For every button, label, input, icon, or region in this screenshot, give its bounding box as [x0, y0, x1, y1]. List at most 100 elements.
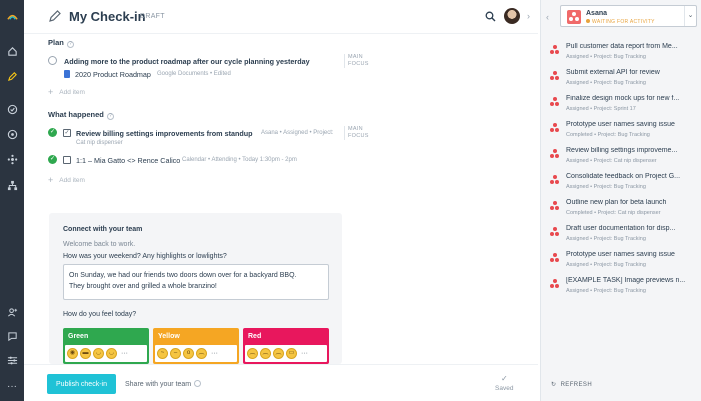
happened-item-text[interactable]: 1:1 – Mia Gatto <> Rence Calico — [76, 156, 180, 165]
asana-task-icon — [550, 253, 559, 262]
task-meta: Assigned • Project: Sprint 17 — [566, 106, 636, 112]
plus-icon: + — [48, 87, 54, 97]
task-name: Prototype user names saving issue — [566, 121, 675, 128]
tag-line-2: FOCUS — [348, 133, 369, 139]
task-name: Submit external API for review — [566, 69, 660, 76]
refresh-icon: ↻ — [551, 382, 557, 388]
mood-green[interactable]: Green ◉ ▬ ◡ ◡ ··· — [63, 328, 149, 364]
happened-add-item[interactable]: + Add item — [48, 175, 85, 185]
chevron-right-icon[interactable]: › — [527, 11, 535, 21]
plan-item-text[interactable]: Adding more to the product roadmap after… — [64, 57, 310, 66]
help-icon[interactable]: ? — [106, 113, 114, 120]
grin-face-icon[interactable]: ◡ — [93, 348, 104, 359]
sad-face-icon[interactable]: ︵ — [247, 348, 258, 359]
pencil-icon[interactable] — [6, 70, 18, 82]
plan-item-checkbox[interactable] — [48, 56, 57, 65]
happened-item-meta: Asana • Assigned • Project: — [261, 130, 334, 136]
settings-sliders-icon[interactable] — [6, 354, 18, 366]
connect-card: Connect with your team Welcome back to w… — [49, 213, 342, 364]
check-circle-icon[interactable] — [6, 103, 18, 115]
list-item[interactable]: Pull customer data report from Me... Ass… — [550, 43, 700, 69]
feeling-question: How do you feel today? — [63, 311, 137, 318]
asana-logo-icon — [567, 10, 581, 24]
list-item[interactable]: [EXAMPLE TASK] Image previews n... Assig… — [550, 277, 700, 303]
refresh-label: REFRESH — [560, 382, 593, 388]
mood-red[interactable]: Red ︵ ︵ ︵ ▭ ··· — [243, 328, 329, 364]
completed-check-icon[interactable]: ✓ — [48, 155, 57, 164]
list-item[interactable]: Prototype user names saving issue Assign… — [550, 251, 700, 277]
list-item[interactable]: Finalize design mock ups for new f... As… — [550, 95, 700, 121]
chevron-down-icon[interactable]: ⌄ — [684, 6, 696, 26]
publish-checkin-button[interactable]: Publish check-in — [47, 374, 116, 394]
task-meta: Assigned • Project: Bug Tracking — [566, 184, 646, 190]
plan-add-item[interactable]: + Add item — [48, 87, 85, 97]
happened-item-text[interactable]: Review billing settings improvements fro… — [76, 129, 253, 138]
tag-line-2: FOCUS — [348, 61, 369, 67]
hug-face-icon[interactable]: ◡ — [106, 348, 117, 359]
share-with-team[interactable]: Share with your team — [125, 380, 202, 388]
share-label: Share with your team — [125, 381, 192, 388]
logo-icon[interactable] — [6, 10, 18, 22]
help-icon[interactable] — [194, 380, 202, 387]
saved-check-icon: ✓ — [501, 374, 508, 383]
network-icon[interactable] — [6, 153, 18, 165]
task-meta: Completed • Project: Bug Tracking — [566, 132, 650, 138]
list-item[interactable]: Review billing settings improveme... Ass… — [550, 147, 700, 173]
unamused-face-icon[interactable]: ︵ — [196, 348, 207, 359]
more-icon[interactable]: ··· — [301, 350, 308, 357]
completed-check-icon[interactable]: ✓ — [48, 128, 57, 137]
thinking-face-icon[interactable]: ~ — [157, 348, 168, 359]
list-item[interactable]: Outline new plan for beta launch Complet… — [550, 199, 700, 225]
avatar[interactable] — [504, 8, 520, 24]
more-icon[interactable]: ··· — [6, 380, 18, 392]
plan-add-label: Add item — [59, 89, 85, 96]
more-icon[interactable]: ··· — [121, 350, 128, 357]
cold-sweat-face-icon[interactable]: ︵ — [260, 348, 271, 359]
header: My Check-in DRAFT › — [24, 0, 538, 34]
google-doc-icon — [64, 70, 70, 78]
org-chart-icon[interactable] — [6, 179, 18, 191]
mood-yellow[interactable]: Yellow ~ – o ︵ ··· — [153, 328, 239, 364]
what-happened-heading: What happened? — [48, 110, 114, 120]
mood-faces: ~ – o ︵ ··· — [155, 345, 237, 362]
page-title: My Check-in — [69, 9, 146, 24]
list-item[interactable]: Consolidate feedback on Project G... Ass… — [550, 173, 700, 199]
asana-task-icon — [550, 201, 559, 210]
plan-item-doc[interactable]: 2020 Product Roadmap — [75, 70, 151, 79]
asana-task-icon — [550, 45, 559, 54]
cool-face-icon[interactable]: ▬ — [80, 348, 91, 359]
home-icon[interactable] — [6, 45, 18, 57]
surprised-face-icon[interactable]: o — [183, 348, 194, 359]
disappointed-face-icon[interactable]: ︵ — [273, 348, 284, 359]
mood-faces: ︵ ︵ ︵ ▭ ··· — [245, 345, 327, 362]
list-item[interactable]: Draft user documentation for disp... Ass… — [550, 225, 700, 251]
main-focus-tag: MAIN FOCUS — [344, 54, 384, 68]
list-item[interactable]: Prototype user names saving issue Comple… — [550, 121, 700, 147]
answer-line-1: On Sunday, we had our friends two doors … — [69, 272, 297, 279]
target-icon[interactable] — [6, 128, 18, 140]
tired-face-icon[interactable]: ▭ — [286, 348, 297, 359]
plan-title: Plan — [48, 38, 64, 47]
search-icon[interactable] — [485, 11, 496, 22]
list-item[interactable]: Submit external API for review Assigned … — [550, 69, 700, 95]
calendar-icon — [63, 156, 71, 164]
add-user-icon[interactable] — [6, 306, 18, 318]
integration-panel: ‹ Asana WAITING FOR ACTIVITY ⌄ Pull cust… — [540, 0, 701, 401]
more-icon[interactable]: ··· — [211, 350, 218, 357]
task-name: Review billing settings improveme... — [566, 147, 678, 154]
weekend-answer-field[interactable]: On Sunday, we had our friends two doors … — [63, 264, 329, 300]
mood-yellow-label: Yellow — [158, 333, 180, 340]
app-selector[interactable]: Asana WAITING FOR ACTIVITY ⌄ — [560, 5, 697, 27]
mood-faces: ◉ ▬ ◡ ◡ ··· — [65, 345, 147, 362]
asana-task-icon — [550, 175, 559, 184]
neutral-face-icon[interactable]: – — [170, 348, 181, 359]
edit-pencil-icon — [49, 10, 61, 22]
help-icon[interactable]: ? — [66, 41, 74, 48]
footer: Publish check-in Share with your team ✓ … — [24, 364, 538, 401]
task-name: Outline new plan for beta launch — [566, 199, 667, 206]
chat-icon[interactable] — [6, 330, 18, 342]
refresh-button[interactable]: ↻ REFRESH — [551, 381, 592, 388]
nerd-face-icon[interactable]: ◉ — [67, 348, 78, 359]
chevron-left-icon[interactable]: ‹ — [546, 12, 549, 22]
connect-title: Connect with your team — [63, 226, 143, 233]
